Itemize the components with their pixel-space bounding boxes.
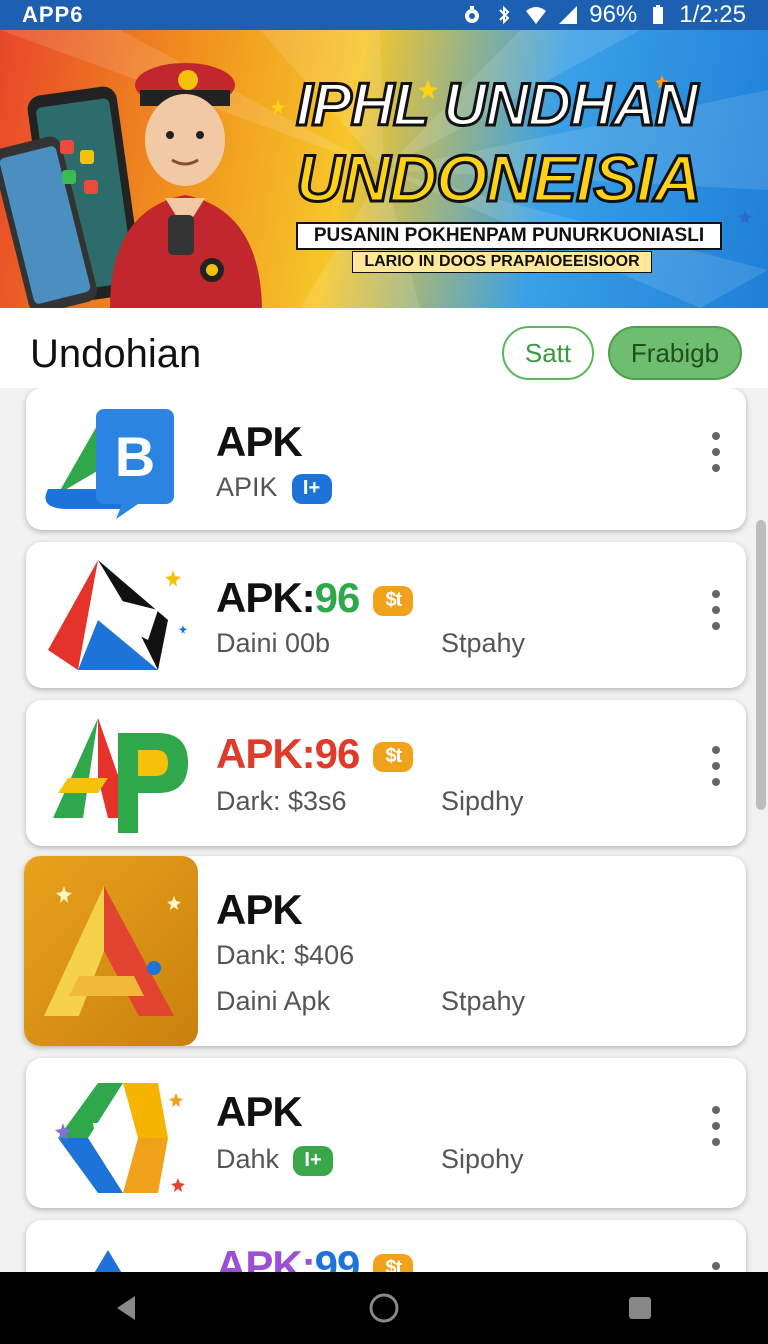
app-meta-left: Dank: $406 [216,940,355,970]
app-title: APK [216,886,303,933]
banner-subtitle-line1: PUSANIN POKHENPAM PUNURKUONIASLI [296,222,722,250]
app-badge: I+ [291,473,332,504]
app-list-item[interactable]: APK:96 $t Daini 00b Stpahy [26,542,746,688]
section-header: Undohian Satt Frabigb [0,308,768,388]
wifi-icon [525,4,547,26]
system-nav-bar [0,1272,768,1344]
battery-percent: 96% [589,1,638,28]
alarm-icon [461,4,483,26]
back-triangle-icon [117,1296,135,1320]
app-list-item[interactable]: APK Dahk I+ Sipohy [26,1058,746,1208]
app-title: APK:96 $t [216,574,414,622]
app-badge: $t [373,741,414,772]
app-badge: I+ [293,1145,334,1176]
app-meta-right: Stpahy [441,986,526,1016]
app-meta-right: Stpahy [441,628,526,658]
svg-text:B: B [115,425,155,488]
app-meta: Dahk I+ [216,1144,334,1176]
app-icon-a-featured [24,856,198,1046]
app-meta-left: Daini 00b [216,628,331,658]
sort-button[interactable]: Satt [502,326,594,380]
app-version: 96 [314,730,361,777]
more-options-icon[interactable] [708,746,724,786]
app-title: APK:96 $t [216,730,414,778]
app-list-item-featured[interactable]: APK Dank: $406 Daini Apk Stpahy [24,856,746,1046]
app-icon-ad [38,550,188,680]
recents-square-icon [629,1297,651,1319]
app-version: 99 [314,1242,361,1272]
app-meta-extra: Daini Apk [216,986,331,1016]
status-icons: 96% 1/2:25 [461,1,746,29]
app-version: 96 [314,574,361,621]
more-options-icon[interactable] [708,1106,724,1146]
more-options-icon[interactable] [708,590,724,630]
app-list[interactable]: B APK APIKI+ APK:96$t Daini 00b Stpahy [0,388,768,1272]
app-icon-ap [38,708,188,838]
home-button[interactable] [364,1288,404,1328]
app-meta-right: Sipohy [441,1144,524,1174]
status-app-label: APP6 [22,2,84,27]
bluetooth-icon [493,4,515,26]
app-badge: $t [373,1253,414,1272]
banner-title-line1: IPHL UNDHAN [294,70,699,140]
app-title: APK [216,418,303,465]
app-meta: APIK I+ [216,472,332,504]
back-button[interactable] [108,1288,148,1328]
section-title: Undohian [30,332,202,376]
home-circle-icon [369,1293,399,1323]
banner-title-line2: UNDONEISIA [294,140,702,217]
promo-banner[interactable]: IPHL UNDHAN UNDONEISIA PUSANIN POKHENPAM… [0,30,768,308]
app-icon-b: B [38,394,188,524]
status-time: 1/2:25 [679,1,746,28]
signal-icon [557,4,579,26]
list-scrollbar[interactable] [756,520,766,810]
app-badge: $t [373,585,414,616]
app-icon-d [38,1068,188,1198]
app-title: APK [216,1088,303,1135]
app-title: APK:99 $t [216,1242,414,1272]
more-options-icon[interactable] [708,432,724,472]
recents-button[interactable] [620,1288,660,1328]
app-list-item[interactable]: B APK APIK I+ [26,388,746,530]
app-meta-right: Sipdhy [441,786,524,816]
battery-icon [647,4,669,26]
app-list-item[interactable]: APK:96 $t Dark: $3s6 Sipdhy [26,700,746,846]
status-bar: APP6 96% 1/2:25 [0,0,768,30]
app-icon-partial [38,1240,188,1272]
banner-subtitle-line2: LARIO IN DOOS PRAPAIOEEISIOOR [352,251,652,273]
app-list-item[interactable]: APK:99 $t [26,1220,746,1272]
app-meta-left: Dark: $3s6 [216,786,347,816]
more-options-icon[interactable] [708,1262,724,1272]
filter-button[interactable]: Frabigb [608,326,742,380]
